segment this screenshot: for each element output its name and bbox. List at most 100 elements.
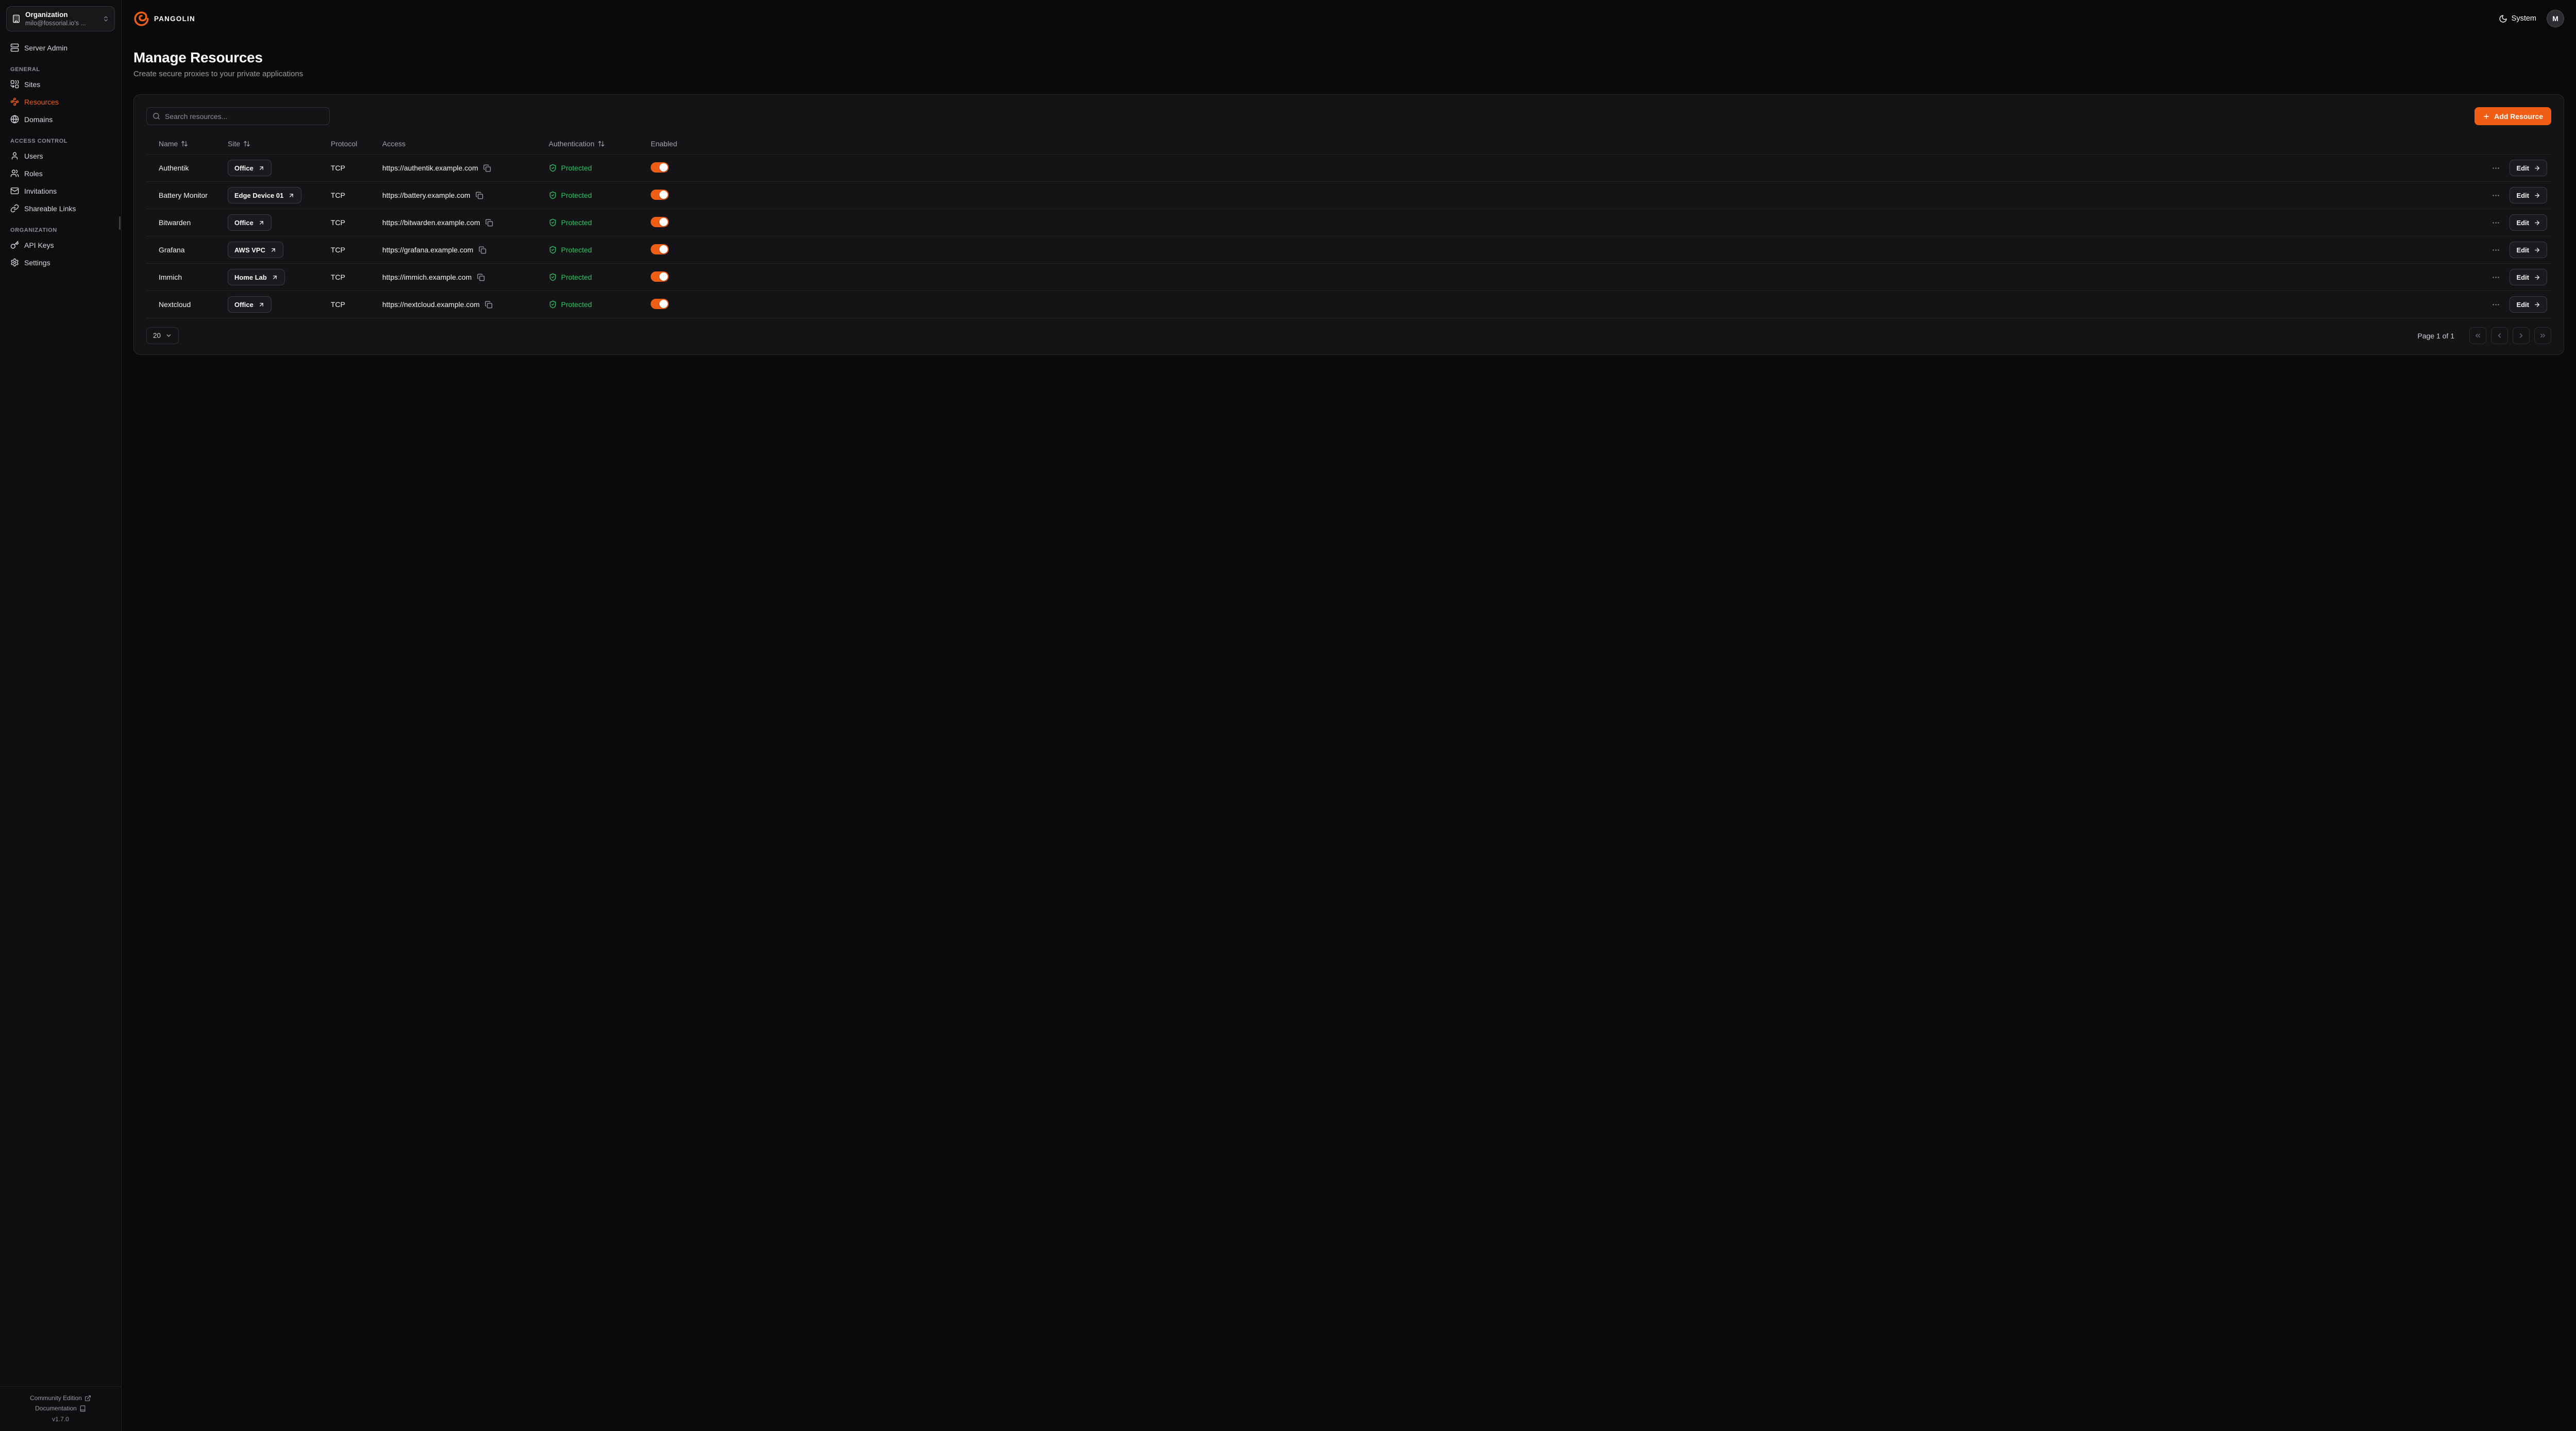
- page-size-select[interactable]: 20: [146, 327, 179, 344]
- community-edition-link[interactable]: Community Edition: [0, 1393, 121, 1403]
- site-link-button[interactable]: Office: [228, 160, 272, 176]
- sidebar-item-roles[interactable]: Roles: [6, 165, 115, 182]
- shield-check-icon: [549, 273, 557, 281]
- gear-icon: [10, 258, 19, 267]
- row-menu-button[interactable]: [2489, 216, 2502, 229]
- card-toolbar: Add Resource: [146, 107, 2551, 125]
- resource-access-url: https://battery.example.com: [382, 191, 470, 199]
- edit-button[interactable]: Edit: [2510, 160, 2547, 176]
- enabled-toggle[interactable]: [651, 244, 669, 254]
- resource-access-url: https://grafana.example.com: [382, 246, 473, 254]
- site-link-button[interactable]: Office: [228, 214, 272, 231]
- pangolin-logo: [133, 11, 149, 27]
- resource-name: Nextcloud: [150, 300, 228, 309]
- sidebar-item-api-keys[interactable]: API Keys: [6, 236, 115, 253]
- chevrons-up-down-icon: [103, 15, 109, 22]
- page-title: Manage Resources: [133, 49, 2564, 66]
- sidebar-item-label: Server Admin: [24, 44, 67, 52]
- column-header-name[interactable]: Name: [150, 140, 228, 148]
- resources-card: Add Resource Name Site Protocol Access: [133, 94, 2564, 355]
- sidebar-item-server-admin[interactable]: Server Admin: [6, 39, 115, 56]
- last-page-button[interactable]: [2534, 327, 2551, 344]
- org-selector-text: Organization milo@fossorial.io's ...: [25, 11, 98, 27]
- row-menu-button[interactable]: [2489, 298, 2502, 311]
- chevrons-left-icon: [2474, 332, 2482, 339]
- sidebar-item-invitations[interactable]: Invitations: [6, 182, 115, 199]
- top-right-controls: System M: [2499, 10, 2564, 27]
- copy-url-button[interactable]: [483, 164, 491, 172]
- enabled-toggle[interactable]: [651, 271, 669, 282]
- site-link-button[interactable]: Edge Device 01: [228, 187, 301, 203]
- edit-button[interactable]: Edit: [2510, 269, 2547, 285]
- edit-button[interactable]: Edit: [2510, 296, 2547, 313]
- app-root: Organization milo@fossorial.io's ... Ser…: [0, 0, 2576, 1431]
- enabled-toggle[interactable]: [651, 190, 669, 200]
- copy-url-button[interactable]: [485, 301, 493, 309]
- site-link-button[interactable]: Office: [228, 296, 272, 313]
- page-subtitle: Create secure proxies to your private ap…: [133, 70, 2564, 78]
- edit-button[interactable]: Edit: [2510, 187, 2547, 203]
- resource-name: Grafana: [150, 246, 228, 254]
- sidebar-item-users[interactable]: Users: [6, 147, 115, 164]
- page-size-value: 20: [153, 332, 161, 339]
- edit-button[interactable]: Edit: [2510, 214, 2547, 231]
- documentation-link[interactable]: Documentation: [0, 1403, 121, 1413]
- table-row: Battery Monitor Edge Device 01 TCP https…: [146, 182, 2551, 209]
- sidebar-item-label: Sites: [24, 80, 40, 89]
- site-link-button[interactable]: AWS VPC: [228, 242, 283, 258]
- enabled-toggle[interactable]: [651, 162, 669, 173]
- arrow-up-right-icon: [258, 165, 265, 172]
- brand: PANGOLIN: [133, 11, 195, 27]
- sidebar-item-label: API Keys: [24, 241, 54, 249]
- sidebar-item-domains[interactable]: Domains: [6, 111, 115, 128]
- column-header-enabled: Enabled: [651, 140, 710, 148]
- row-menu-button[interactable]: [2489, 271, 2502, 284]
- user-avatar[interactable]: M: [2547, 10, 2564, 27]
- copy-url-button[interactable]: [485, 219, 493, 227]
- first-page-button[interactable]: [2469, 327, 2486, 344]
- search-input[interactable]: [165, 112, 324, 121]
- external-link-icon: [84, 1395, 91, 1402]
- copy-url-button[interactable]: [477, 274, 485, 281]
- site-link-button[interactable]: Home Lab: [228, 269, 285, 285]
- table-header-row: Name Site Protocol Access Authentication: [146, 133, 2551, 155]
- sidebar-item-label: Domains: [24, 115, 53, 124]
- org-selector[interactable]: Organization milo@fossorial.io's ...: [6, 6, 115, 31]
- previous-page-button[interactable]: [2491, 327, 2508, 344]
- sidebar-item-settings[interactable]: Settings: [6, 254, 115, 271]
- copy-url-button[interactable]: [479, 246, 486, 254]
- table-row: Bitwarden Office TCP https://bitwarden.e…: [146, 209, 2551, 236]
- ellipsis-icon: [2492, 246, 2500, 254]
- ellipsis-icon: [2492, 164, 2500, 173]
- resource-access-url: https://authentik.example.com: [382, 164, 478, 172]
- documentation-label: Documentation: [35, 1405, 77, 1412]
- next-page-button[interactable]: [2513, 327, 2530, 344]
- sidebar-item-label: Roles: [24, 169, 43, 178]
- add-resource-button[interactable]: Add Resource: [2475, 107, 2551, 125]
- ellipsis-icon: [2492, 218, 2500, 227]
- ellipsis-icon: [2492, 273, 2500, 282]
- enabled-toggle[interactable]: [651, 217, 669, 227]
- edit-button[interactable]: Edit: [2510, 242, 2547, 258]
- sidebar-item-resources[interactable]: Resources: [6, 93, 115, 110]
- theme-toggle-button[interactable]: System: [2499, 14, 2536, 23]
- column-header-site[interactable]: Site: [228, 140, 331, 148]
- arrow-right-icon: [2534, 301, 2540, 308]
- resource-protocol: TCP: [331, 164, 382, 172]
- moon-icon: [2499, 14, 2507, 23]
- resource-access-url: https://bitwarden.example.com: [382, 218, 480, 227]
- user-icon: [10, 151, 19, 160]
- sidebar-item-shareable-links[interactable]: Shareable Links: [6, 200, 115, 217]
- copy-url-button[interactable]: [476, 192, 483, 199]
- column-header-authentication[interactable]: Authentication: [549, 140, 651, 148]
- sidebar-scrollbar-thumb[interactable]: [119, 216, 121, 230]
- sidebar-item-label: Shareable Links: [24, 205, 76, 213]
- resource-name: Bitwarden: [150, 218, 228, 227]
- sidebar-item-sites[interactable]: Sites: [6, 76, 115, 93]
- row-menu-button[interactable]: [2489, 189, 2502, 202]
- row-menu-button[interactable]: [2489, 244, 2502, 257]
- enabled-toggle[interactable]: [651, 299, 669, 309]
- row-menu-button[interactable]: [2489, 162, 2502, 175]
- shield-check-icon: [549, 246, 557, 254]
- chevron-right-icon: [2517, 332, 2525, 339]
